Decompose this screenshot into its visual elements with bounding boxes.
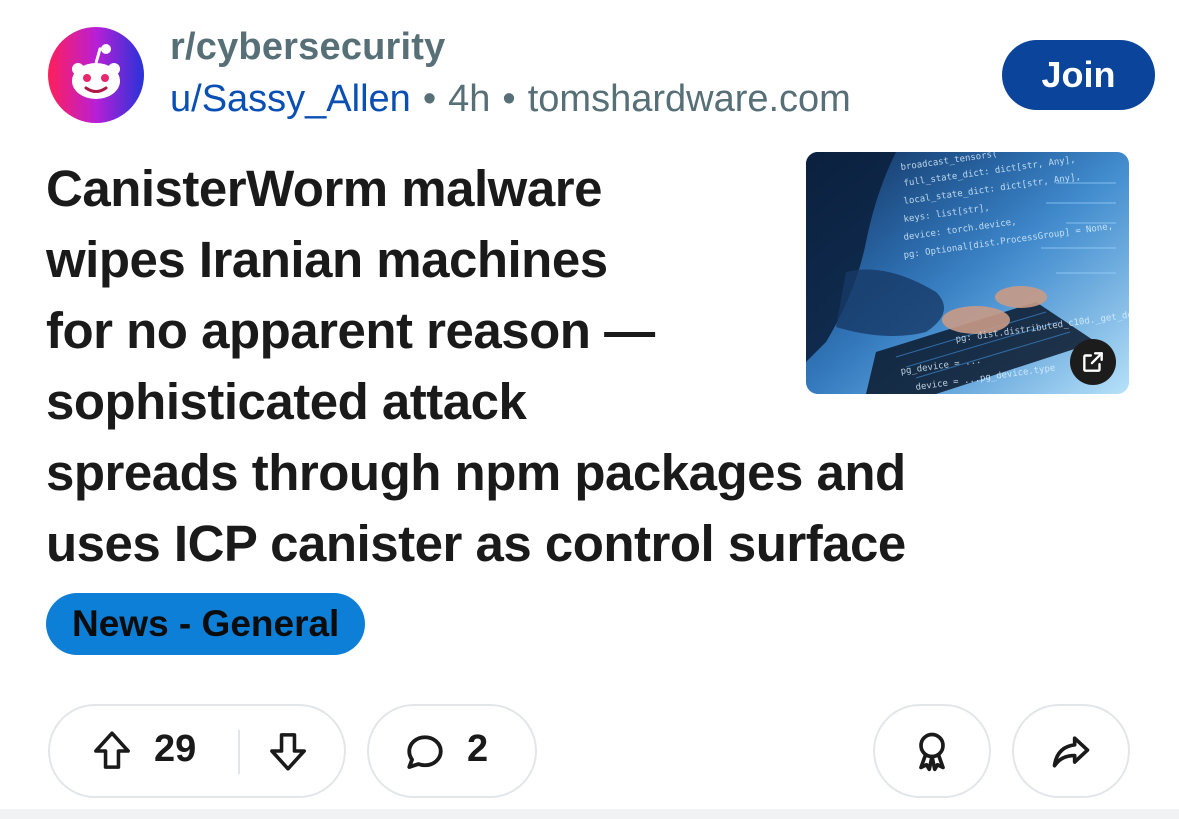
- snoo-icon: [72, 44, 120, 99]
- subreddit-name[interactable]: r/cybersecurity: [170, 26, 446, 69]
- join-button[interactable]: Join: [1002, 40, 1155, 110]
- vote-count: 29: [154, 728, 197, 770]
- award-icon: [910, 729, 954, 773]
- external-link-icon[interactable]: [1070, 339, 1116, 385]
- downvote-arrow-icon[interactable]: [266, 729, 310, 773]
- vote-bar: 29: [48, 704, 346, 798]
- vote-divider: [238, 730, 240, 774]
- share-arrow-icon: [1049, 729, 1093, 773]
- post-flair[interactable]: News - General: [46, 593, 366, 655]
- author-link[interactable]: u/Sassy_Allen: [170, 78, 411, 120]
- comment-bubble-icon: [403, 731, 447, 775]
- meta-separator: •: [502, 78, 516, 120]
- award-button[interactable]: [873, 704, 991, 798]
- comment-count: 2: [467, 728, 489, 770]
- post-age: 4h: [448, 78, 491, 120]
- share-button[interactable]: [1012, 704, 1130, 798]
- post-card[interactable]: r/cybersecurity u/Sassy_Allen • 4h • tomshar…: [0, 0, 1179, 819]
- feed-separator: [0, 809, 1179, 819]
- upvote-arrow-icon[interactable]: [90, 729, 134, 773]
- meta-separator: •: [422, 78, 437, 120]
- title-line: spreads through npm packages and: [46, 444, 906, 501]
- post-meta: u/Sassy_Allen • 4h • tomshardware.com: [170, 78, 851, 121]
- subreddit-avatar[interactable]: [48, 27, 144, 123]
- comments-button[interactable]: 2: [367, 704, 537, 798]
- title-line: uses ICP canister as control surface: [46, 515, 906, 572]
- source-domain[interactable]: tomshardware.com: [528, 78, 851, 120]
